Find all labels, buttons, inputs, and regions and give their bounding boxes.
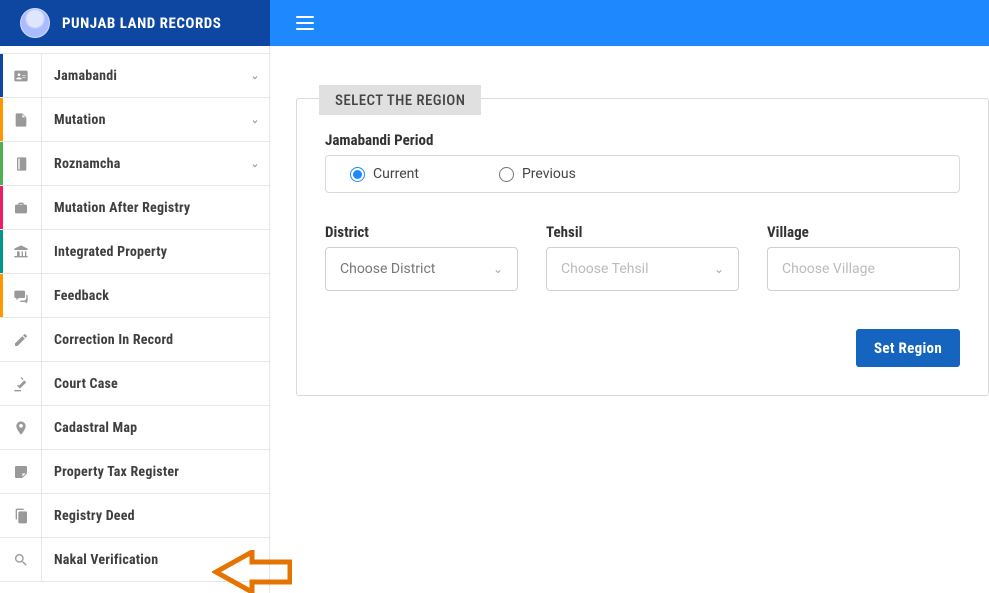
radio-current[interactable]: Current	[350, 166, 419, 182]
set-region-button[interactable]: Set Region	[856, 329, 960, 367]
sidebar-item-label: Feedback	[42, 288, 269, 304]
id-card-icon	[0, 54, 42, 97]
sidebar-item-label: Property Tax Register	[42, 464, 269, 480]
radio-current-input[interactable]	[350, 167, 365, 182]
sidebar-item-label: Integrated Property	[42, 244, 269, 260]
brand-logo-icon	[20, 8, 50, 38]
sidebar-item-label: Mutation After Registry	[42, 200, 269, 216]
brand-title: PUNJAB LAND RECORDS	[62, 14, 221, 32]
search-icon	[0, 538, 42, 581]
village-label: Village	[767, 223, 960, 241]
region-panel: SELECT THE REGION Jamabandi Period Curre…	[296, 98, 989, 396]
copy-icon	[0, 494, 42, 537]
sidebar-spacer	[0, 46, 269, 54]
panel-legend: SELECT THE REGION	[319, 85, 481, 115]
tehsil-label: Tehsil	[546, 223, 739, 241]
sidebar-item-correction[interactable]: Correction In Record	[0, 318, 269, 362]
gavel-icon	[0, 362, 42, 405]
tehsil-placeholder: Choose Tehsil	[561, 261, 649, 277]
institution-icon	[0, 230, 42, 273]
chevron-down-icon: ⌄	[493, 262, 503, 276]
briefcase-icon	[0, 186, 42, 229]
sidebar-item-registry-deed[interactable]: Registry Deed	[0, 494, 269, 538]
radio-current-label: Current	[373, 166, 419, 182]
sidebar-item-label: Jamabandi	[42, 68, 241, 84]
sidebar-item-court-case[interactable]: Court Case	[0, 362, 269, 406]
tehsil-select[interactable]: Choose Tehsil ⌄	[546, 247, 739, 291]
sidebar-item-property-tax[interactable]: Property Tax Register	[0, 450, 269, 494]
brand: PUNJAB LAND RECORDS	[0, 0, 270, 46]
district-select[interactable]: Choose District ⌄	[325, 247, 518, 291]
sidebar-item-label: Correction In Record	[42, 332, 269, 348]
main: SELECT THE REGION Jamabandi Period Curre…	[270, 46, 989, 396]
radio-previous-label: Previous	[522, 166, 576, 182]
sidebar-item-feedback[interactable]: Feedback	[0, 274, 269, 318]
sidebar-item-label: Court Case	[42, 376, 269, 392]
radio-previous-input[interactable]	[499, 167, 514, 182]
comments-icon	[0, 274, 42, 317]
topbar-right	[270, 0, 989, 46]
village-select[interactable]: Choose Village ⌄	[767, 247, 960, 291]
file-icon	[0, 98, 42, 141]
sidebar-item-jamabandi[interactable]: Jamabandi ⌄	[0, 54, 269, 98]
sidebar-item-label: Cadastral Map	[42, 420, 269, 436]
radio-previous[interactable]: Previous	[499, 166, 576, 182]
district-field: District Choose District ⌄	[325, 223, 518, 291]
sidebar-item-label: Roznamcha	[42, 156, 241, 172]
sidebar-scroll[interactable]: Jamabandi ⌄ Mutation ⌄ Roznamcha ⌄ Mutat…	[0, 46, 270, 593]
village-placeholder: Choose Village	[782, 261, 875, 277]
tehsil-field: Tehsil Choose Tehsil ⌄	[546, 223, 739, 291]
sidebar-item-label: Registry Deed	[42, 508, 269, 524]
map-marker-icon	[0, 406, 42, 449]
book-icon	[0, 142, 42, 185]
chevron-down-icon: ⌄	[241, 69, 269, 82]
menu-toggle-icon[interactable]	[296, 16, 314, 30]
sidebar-item-integrated-property[interactable]: Integrated Property	[0, 230, 269, 274]
sidebar-item-roznamcha[interactable]: Roznamcha ⌄	[0, 142, 269, 186]
chevron-down-icon: ⌄	[241, 157, 269, 170]
note-icon	[0, 450, 42, 493]
topbar: PUNJAB LAND RECORDS	[0, 0, 989, 46]
sidebar-item-label: Nakal Verification	[42, 552, 269, 568]
sidebar: Jamabandi ⌄ Mutation ⌄ Roznamcha ⌄ Mutat…	[0, 46, 270, 593]
sidebar-item-cadastral-map[interactable]: Cadastral Map	[0, 406, 269, 450]
village-field: Village Choose Village ⌄	[767, 223, 960, 291]
sidebar-item-mutation-after-registry[interactable]: Mutation After Registry	[0, 186, 269, 230]
sidebar-item-nakal-verification[interactable]: Nakal Verification	[0, 538, 269, 582]
district-placeholder: Choose District	[340, 261, 435, 277]
chevron-down-icon: ⌄	[241, 113, 269, 126]
edit-icon	[0, 318, 42, 361]
period-label: Jamabandi Period	[325, 131, 960, 149]
district-label: District	[325, 223, 518, 241]
chevron-down-icon: ⌄	[714, 262, 724, 276]
period-radio-group: Current Previous	[325, 155, 960, 193]
sidebar-item-mutation[interactable]: Mutation ⌄	[0, 98, 269, 142]
sidebar-item-label: Mutation	[42, 112, 241, 128]
